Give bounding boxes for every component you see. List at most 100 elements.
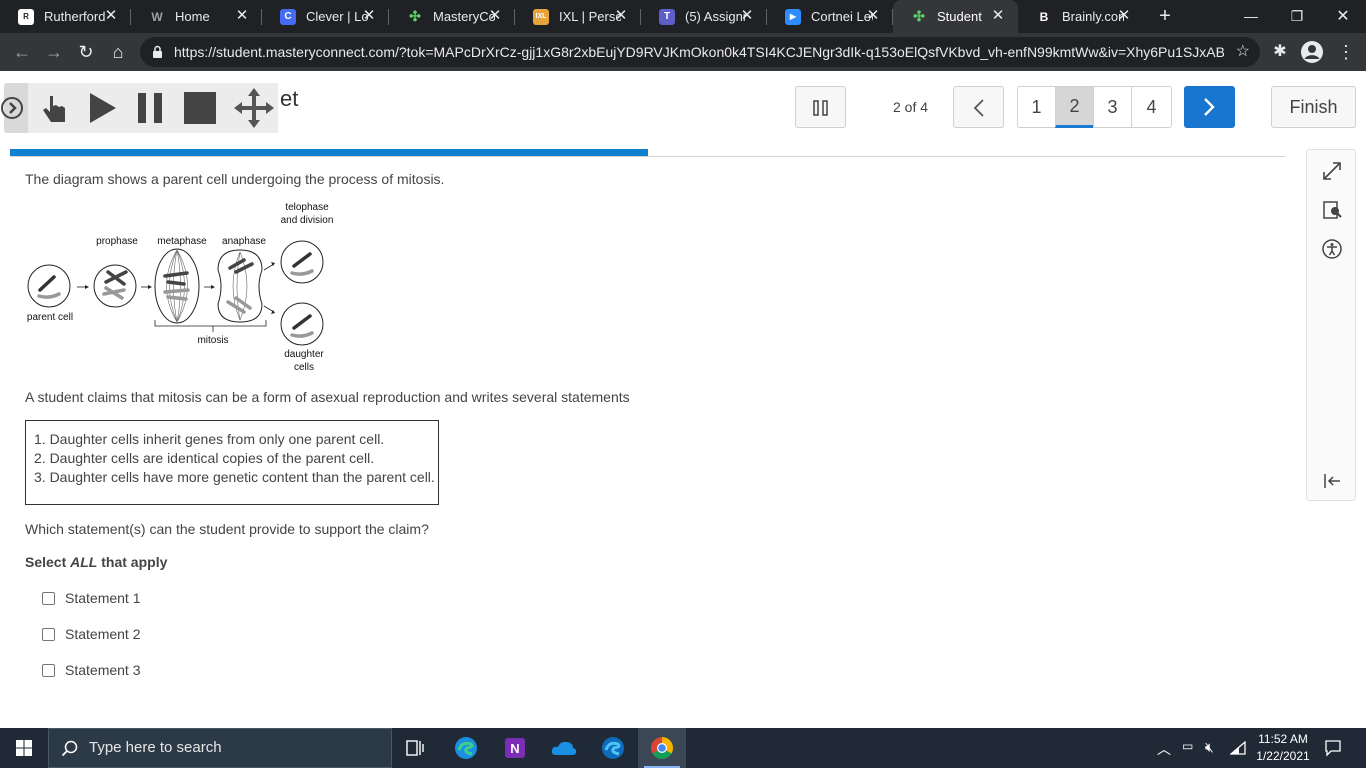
close-icon[interactable]: ✕ <box>865 8 881 24</box>
question-number-3[interactable]: 3 <box>1093 86 1132 128</box>
collapse-chevron-icon[interactable] <box>0 96 24 120</box>
finish-button[interactable]: Finish <box>1271 86 1356 128</box>
close-icon[interactable]: ✕ <box>361 8 377 24</box>
prophase-cell-shape <box>93 264 137 308</box>
clever-favicon-icon: C <box>280 8 296 25</box>
tab-title: MasteryCor <box>433 9 495 24</box>
back-icon[interactable]: ← <box>8 38 36 66</box>
option-statement-2[interactable]: Statement 2 <box>42 624 141 644</box>
pointer-hand-icon[interactable] <box>36 90 72 126</box>
profile-avatar-icon[interactable] <box>1300 40 1324 64</box>
move-arrows-icon[interactable] <box>232 86 276 130</box>
metaphase-cell-shape <box>154 248 200 324</box>
diagram-label-telophase: telophase <box>285 202 329 213</box>
browser-tab[interactable]: R Rutherford ✕ <box>0 0 131 33</box>
read-aloud-toolbar <box>1 83 278 133</box>
forward-icon[interactable]: → <box>40 38 68 66</box>
checkbox[interactable] <box>42 663 55 677</box>
browser-tab[interactable]: W Home ✕ <box>131 0 262 33</box>
previous-button[interactable] <box>953 86 1004 128</box>
rutherford-favicon-icon: R <box>18 8 34 25</box>
diagram-label-parent-cell: parent cell <box>27 312 73 323</box>
diagram-label-daughter-2: cells <box>294 362 314 373</box>
diagram-label-metaphase: metaphase <box>157 236 207 247</box>
extensions-icon[interactable]: ✱ <box>1266 38 1294 66</box>
notifications-icon[interactable] <box>1324 739 1342 757</box>
new-tab-button[interactable]: + <box>1154 4 1176 28</box>
browser-tab[interactable]: C Clever | Log ✕ <box>262 0 389 33</box>
battery-icon[interactable]: ▭ <box>1182 739 1193 753</box>
edge-icon[interactable] <box>442 728 490 768</box>
browser-tab[interactable]: ✣ MasteryCor ✕ <box>389 0 515 33</box>
question-number-1[interactable]: 1 <box>1017 86 1056 128</box>
chrome-icon[interactable] <box>638 728 686 768</box>
browser-tab-active[interactable]: ✣ Student ✕ <box>893 0 1018 33</box>
close-icon[interactable]: ✕ <box>1116 8 1132 24</box>
side-tools-panel <box>1306 149 1356 501</box>
question-number-4[interactable]: 4 <box>1131 86 1172 128</box>
restore-icon[interactable]: ❐ <box>1274 0 1320 33</box>
expand-icon[interactable] <box>1321 160 1343 182</box>
w-favicon-icon: W <box>151 9 163 24</box>
close-icon[interactable]: ✕ <box>487 8 503 24</box>
chevron-left-icon <box>973 99 984 117</box>
ixl-favicon-icon: IXL <box>533 8 549 25</box>
option-statement-1[interactable]: Statement 1 <box>42 588 141 608</box>
windows-taskbar: Type here to search N ︿ ▭ 🔇︎ 11:52 AM 1/… <box>0 728 1366 768</box>
tab-title: Clever | Log <box>306 9 368 24</box>
pause-icon[interactable] <box>132 90 168 126</box>
close-icon[interactable]: ✕ <box>990 8 1006 24</box>
bookmark-star-icon[interactable]: ☆ <box>1236 41 1250 61</box>
close-icon[interactable]: ✕ <box>613 8 629 24</box>
address-bar[interactable]: https://student.masteryconnect.com/?tok=… <box>140 37 1260 67</box>
reload-icon[interactable]: ↻ <box>72 38 100 66</box>
close-icon[interactable]: ✕ <box>103 8 119 24</box>
url-text: https://student.masteryconnect.com/?tok=… <box>174 44 1224 60</box>
statement-2: 2. Daughter cells are identical copies o… <box>34 450 375 466</box>
anaphase-cell-shape <box>217 249 263 323</box>
mastery-favicon-icon: ✣ <box>913 8 925 24</box>
browser-tab[interactable]: IXL IXL | Person ✕ <box>515 0 641 33</box>
statement-1: 1. Daughter cells inherit genes from onl… <box>34 431 385 447</box>
select-all-instruction: Select ALL that apply <box>25 554 167 570</box>
onenote-icon[interactable]: N <box>491 728 539 768</box>
zoom-favicon-icon: ▶ <box>785 8 801 25</box>
windows-start-icon[interactable] <box>0 728 48 768</box>
taskbar-clock[interactable]: 11:52 AM 1/22/2021 <box>1252 731 1314 765</box>
volume-muted-icon[interactable]: 🔇︎ <box>1205 739 1214 756</box>
tab-title: Brainly.com <box>1062 9 1124 24</box>
select-all-prefix: Select <box>25 554 71 570</box>
lock-icon <box>153 45 162 58</box>
tab-title: Cortnei Lew <box>811 9 873 24</box>
edge-icon[interactable] <box>589 728 637 768</box>
parent-cell-shape <box>27 264 71 308</box>
browser-tab[interactable]: T (5) Assignm ✕ <box>641 0 767 33</box>
taskbar-search-input[interactable]: Type here to search <box>48 728 392 768</box>
wifi-icon[interactable] <box>1230 741 1246 755</box>
option-statement-3[interactable]: Statement 3 <box>42 660 141 680</box>
close-icon[interactable]: ✕ <box>739 8 755 24</box>
close-icon[interactable]: ✕ <box>234 8 250 24</box>
accessibility-icon[interactable] <box>1321 238 1343 260</box>
window-close-icon[interactable]: ✕ <box>1320 0 1366 33</box>
magnifier-icon[interactable] <box>1321 199 1343 221</box>
checkbox[interactable] <box>42 627 55 641</box>
next-button[interactable] <box>1184 86 1235 128</box>
collapse-panel-icon[interactable] <box>1321 470 1343 492</box>
browser-tab[interactable]: B Brainly.com ✕ <box>1018 0 1144 33</box>
checkbox[interactable] <box>42 591 55 605</box>
pause-assessment-button[interactable] <box>795 86 846 128</box>
select-all-emphasis: ALL <box>70 554 98 570</box>
tab-title: Rutherford <box>44 9 106 24</box>
question-number-2[interactable]: 2 <box>1055 86 1094 128</box>
task-view-icon[interactable] <box>392 728 440 768</box>
stop-icon[interactable] <box>182 90 218 126</box>
tab-title: IXL | Person <box>559 9 621 24</box>
play-icon[interactable] <box>84 90 120 126</box>
tray-chevron-up-icon[interactable]: ︿ <box>1157 739 1171 759</box>
home-icon[interactable]: ⌂ <box>104 38 132 66</box>
onedrive-icon[interactable] <box>540 728 588 768</box>
menu-icon[interactable]: ⋮ <box>1332 38 1360 66</box>
minimize-icon[interactable]: — <box>1228 0 1274 33</box>
browser-tab[interactable]: ▶ Cortnei Lew ✕ <box>767 0 893 33</box>
